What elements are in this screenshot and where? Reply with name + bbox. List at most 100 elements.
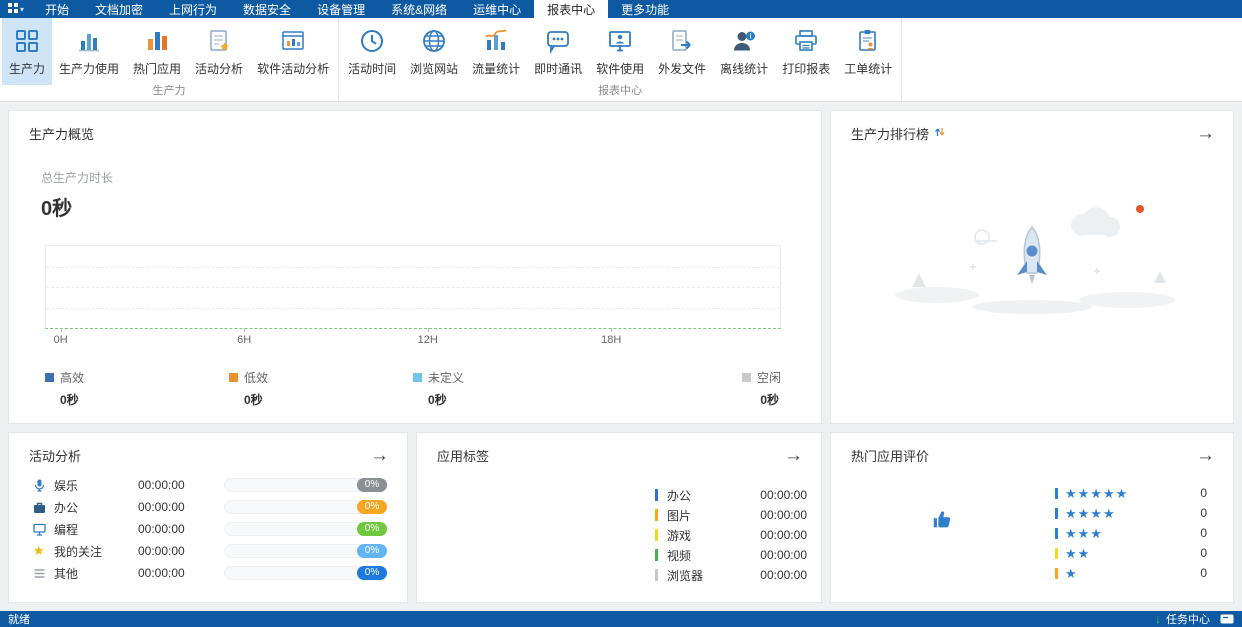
ribbon-item-outgoing-files[interactable]: 外发文件 bbox=[651, 18, 713, 85]
legend-item-inefficient: 低效 0秒 bbox=[229, 369, 413, 408]
menu-tab-ops-center[interactable]: 运维中心 bbox=[460, 0, 534, 18]
x-axis-tick: 0H bbox=[53, 334, 68, 346]
star-icon: ★ bbox=[33, 543, 45, 558]
grid-icon bbox=[14, 27, 40, 55]
progress-bar: 0% bbox=[224, 544, 387, 558]
sort-icon[interactable] bbox=[934, 126, 945, 141]
total-duration-label: 总生产力时长 bbox=[41, 171, 114, 185]
printer-icon bbox=[793, 27, 819, 55]
ribbon-item-browse-websites[interactable]: 浏览网站 bbox=[403, 18, 465, 85]
arrow-right-icon[interactable]: → bbox=[784, 446, 803, 465]
percent-badge: 0% bbox=[357, 544, 387, 558]
menu-tab-report-center[interactable]: 报表中心 bbox=[534, 0, 609, 18]
rating-swatch bbox=[1055, 567, 1058, 579]
ribbon-item-instant-messaging[interactable]: 即时通讯 bbox=[527, 18, 589, 85]
ribbon-item-activity-time[interactable]: 活动时间 bbox=[341, 18, 403, 85]
menu-tab-more-features[interactable]: 更多功能 bbox=[608, 0, 682, 18]
clock-icon bbox=[359, 27, 385, 55]
tag-swatch bbox=[655, 569, 658, 581]
progress-bar: 0% bbox=[224, 500, 387, 514]
app-menu-button[interactable]: ▾ bbox=[0, 0, 32, 18]
menu-tab-start[interactable]: 开始 bbox=[32, 0, 82, 18]
tag-swatch bbox=[655, 489, 658, 501]
panel-title: 活动分析 bbox=[29, 449, 82, 464]
chat-icon bbox=[545, 27, 571, 55]
rating-swatch bbox=[1055, 547, 1058, 559]
menu-tab-data-security[interactable]: 数据安全 bbox=[230, 0, 304, 18]
microphone-icon bbox=[33, 479, 54, 492]
task-center-button[interactable]: ↓ 任务中心 bbox=[1155, 611, 1210, 627]
legend-swatch bbox=[741, 373, 751, 382]
tag-row-browser: 浏览器 00:00:00 bbox=[655, 565, 807, 585]
activity-analysis-panel: 活动分析 → 娱乐 00:00:00 0% 办公 00:00:00 0% 编程 … bbox=[8, 432, 408, 603]
ribbon-item-traffic-stats[interactable]: 流量统计 bbox=[465, 18, 527, 85]
bar-chart-icon bbox=[76, 27, 102, 55]
tag-swatch bbox=[655, 509, 658, 521]
monitor-icon bbox=[33, 523, 54, 536]
panel-title: 应用标签 bbox=[437, 449, 490, 464]
ribbon-item-software-activity-analysis[interactable]: 软件活动分析 bbox=[250, 18, 336, 85]
ribbon: 生产力 生产力使用 热门应用 活动分析 软件活动分析 生产力 活动时间 浏览网站… bbox=[0, 18, 1242, 102]
stars-2-icon: ★★ bbox=[1065, 545, 1091, 561]
productivity-overview-panel: 生产力概览 总生产力时长 0秒 0H 6H 12H 18H 高效 0秒 低效 0… bbox=[8, 110, 822, 424]
globe-icon bbox=[421, 27, 447, 55]
menu-icon bbox=[33, 567, 54, 580]
ribbon-item-work-order-stats[interactable]: 工单统计 bbox=[837, 18, 899, 85]
menu-tab-system-network[interactable]: 系统&网络 bbox=[378, 0, 460, 18]
panel-title: 生产力概览 bbox=[29, 127, 95, 142]
legend-swatch bbox=[45, 373, 54, 382]
ribbon-item-software-usage[interactable]: 软件使用 bbox=[589, 18, 651, 85]
rating-row-1-star: ★ 0 bbox=[1055, 563, 1207, 583]
rating-row-3-stars: ★★★ 0 bbox=[1055, 523, 1207, 543]
x-axis-tick: 12H bbox=[417, 334, 438, 346]
activity-row-programming: 编程 00:00:00 0% bbox=[33, 518, 387, 540]
app-tags-panel: 应用标签 → 办公 00:00:00 图片 00:00:00 游戏 00:00: bbox=[416, 432, 822, 603]
chevron-down-icon: ▾ bbox=[19, 4, 24, 14]
arrow-right-icon[interactable]: → bbox=[1196, 446, 1215, 465]
percent-badge: 0% bbox=[357, 500, 387, 514]
chart-legend: 高效 0秒 低效 0秒 未定义 0秒 空闲 0秒 bbox=[45, 369, 781, 408]
rating-row-2-stars: ★★ 0 bbox=[1055, 543, 1207, 563]
percent-badge: 0% bbox=[357, 566, 387, 580]
menu-tab-internet-behavior[interactable]: 上网行为 bbox=[156, 0, 230, 18]
user-info-icon: i bbox=[731, 27, 757, 55]
ribbon-group-label-productivity: 生产力 bbox=[152, 85, 186, 97]
activity-row-entertainment: 娱乐 00:00:00 0% bbox=[33, 474, 387, 496]
x-axis-tick: 18H bbox=[601, 334, 622, 346]
monitor-icon[interactable] bbox=[1220, 614, 1234, 624]
tag-row-office: 办公 00:00:00 bbox=[655, 485, 807, 505]
briefcase-icon bbox=[33, 501, 54, 514]
ribbon-item-offline-stats[interactable]: i 离线统计 bbox=[713, 18, 775, 85]
arrow-right-icon[interactable]: → bbox=[370, 446, 389, 465]
ribbon-item-print-report[interactable]: 打印报表 bbox=[775, 18, 837, 85]
tag-row-video: 视频 00:00:00 bbox=[655, 545, 807, 565]
ribbon-item-activity-analysis[interactable]: 活动分析 bbox=[188, 18, 250, 85]
productivity-chart: 0H 6H 12H 18H bbox=[45, 245, 781, 346]
x-axis-tick: 6H bbox=[237, 334, 252, 346]
stars-3-icon: ★★★ bbox=[1065, 525, 1103, 541]
legend-item-idle: 空闲 0秒 bbox=[597, 369, 781, 408]
legend-item-undefined: 未定义 0秒 bbox=[413, 369, 597, 408]
hot-apps-icon bbox=[144, 27, 170, 55]
ribbon-group-report-center: 活动时间 浏览网站 流量统计 即时通讯 软件使用 外发文件 i 离线统计 打印报… bbox=[339, 18, 903, 101]
traffic-chart-icon bbox=[483, 27, 509, 55]
activity-row-office: 办公 00:00:00 0% bbox=[33, 496, 387, 518]
legend-swatch bbox=[413, 373, 422, 382]
rating-row-4-stars: ★★★★ 0 bbox=[1055, 503, 1207, 523]
menu-tab-doc-encryption[interactable]: 文档加密 bbox=[82, 0, 156, 18]
activity-row-other: 其他 00:00:00 0% bbox=[33, 562, 387, 584]
ribbon-item-productivity-usage[interactable]: 生产力使用 bbox=[52, 18, 126, 85]
arrow-right-icon[interactable]: → bbox=[1196, 124, 1215, 143]
clipboard-user-icon bbox=[855, 27, 881, 55]
ribbon-item-productivity[interactable]: 生产力 bbox=[2, 18, 53, 85]
stars-1-icon: ★ bbox=[1065, 565, 1078, 581]
download-arrow-icon: ↓ bbox=[1155, 612, 1161, 626]
menu-tab-device-management[interactable]: 设备管理 bbox=[304, 0, 378, 18]
rocket-icon bbox=[1017, 225, 1047, 284]
legend-swatch bbox=[229, 373, 238, 382]
status-text: 就绪 bbox=[8, 614, 30, 626]
progress-bar: 0% bbox=[224, 478, 387, 492]
ribbon-group-label-report-center: 报表中心 bbox=[598, 85, 643, 97]
thumb-up-icon bbox=[931, 509, 953, 583]
ribbon-item-hot-apps[interactable]: 热门应用 bbox=[126, 18, 188, 85]
